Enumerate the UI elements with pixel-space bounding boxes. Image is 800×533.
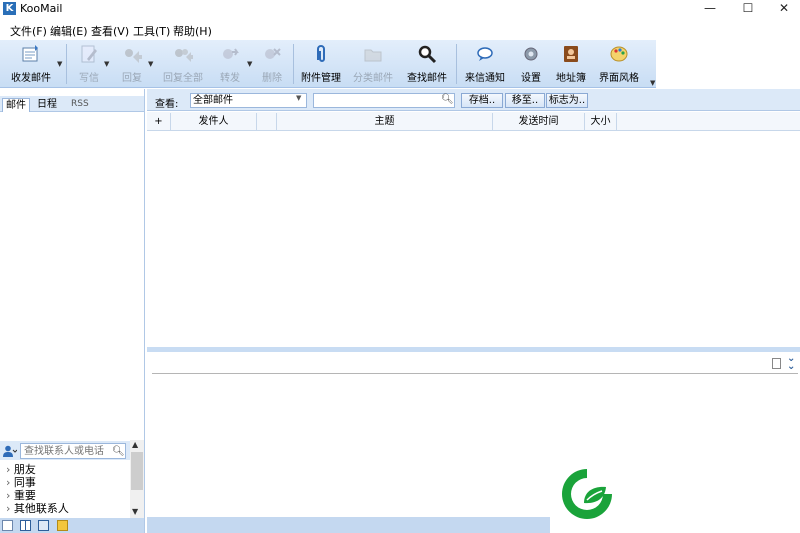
new-mail-notify-label: 来信通知 bbox=[465, 73, 505, 84]
reply-all-label: 回复全部 bbox=[163, 73, 203, 84]
column-sender[interactable]: 发件人 bbox=[171, 113, 257, 130]
menu-tools[interactable]: 工具(T) bbox=[133, 23, 170, 39]
compose-label: 写信 bbox=[79, 73, 99, 84]
flag-as-button[interactable]: 标志为.. bbox=[546, 93, 588, 108]
chevron-down-icon[interactable]: ▼ bbox=[296, 94, 301, 102]
palette-icon bbox=[610, 46, 628, 62]
search-icon[interactable]: 🔍︎ bbox=[441, 94, 454, 105]
compose-button[interactable]: 写信 bbox=[70, 40, 108, 88]
message-list[interactable] bbox=[147, 131, 800, 347]
contact-group-others[interactable]: › 其他联系人 bbox=[6, 500, 69, 516]
attachments-label: 附件管理 bbox=[301, 73, 341, 84]
receive-send-label: 收发邮件 bbox=[11, 73, 51, 84]
menu-file[interactable]: 文件(F) bbox=[10, 23, 47, 39]
delete-icon bbox=[265, 48, 281, 59]
toolbar-separator bbox=[456, 44, 457, 84]
receive-send-icon bbox=[22, 45, 38, 62]
scroll-up-icon[interactable]: ▲ bbox=[132, 440, 138, 449]
minimize-button[interactable]: — bbox=[692, 0, 728, 18]
reply-button[interactable]: 回复 bbox=[114, 40, 150, 88]
skin-button[interactable]: 界面风格 bbox=[596, 40, 642, 88]
compose-icon bbox=[81, 45, 97, 63]
settings-label: 设置 bbox=[521, 73, 541, 84]
classify-label: 分类邮件 bbox=[353, 73, 393, 84]
delete-button[interactable]: 删除 bbox=[255, 40, 289, 88]
tab-mail[interactable]: 邮件 bbox=[2, 98, 30, 112]
reply-icon bbox=[125, 49, 142, 63]
search-icon[interactable]: 🔍︎ bbox=[112, 446, 125, 457]
forward-button[interactable]: 转发 bbox=[212, 40, 248, 88]
gear-icon bbox=[524, 47, 538, 61]
compose-dropdown-icon[interactable]: ▼ bbox=[104, 60, 109, 68]
preview-header-divider bbox=[152, 373, 798, 374]
address-book-icon bbox=[564, 46, 578, 62]
delete-label: 删除 bbox=[262, 73, 282, 84]
group-label: 其他联系人 bbox=[13, 502, 69, 515]
archive-button[interactable]: 存档.. bbox=[461, 93, 503, 108]
reply-all-icon bbox=[175, 49, 193, 62]
layout-columns-icon[interactable] bbox=[38, 520, 49, 531]
layout-split-icon[interactable] bbox=[20, 520, 31, 531]
address-book-button[interactable]: 地址簿 bbox=[552, 40, 590, 88]
menu-edit[interactable]: 编辑(E) bbox=[50, 23, 88, 39]
attachments-button[interactable]: 附件管理 bbox=[298, 40, 344, 88]
magnifier-icon bbox=[418, 45, 437, 64]
toolbar-separator bbox=[293, 44, 294, 84]
note-icon[interactable] bbox=[57, 520, 68, 531]
receive-send-button[interactable]: 收发邮件 bbox=[6, 40, 56, 88]
receive-send-dropdown-icon[interactable]: ▼ bbox=[57, 60, 62, 68]
column-size[interactable]: 大小 bbox=[585, 113, 617, 130]
title-bar bbox=[0, 0, 800, 18]
forward-dropdown-icon[interactable]: ▼ bbox=[247, 60, 252, 68]
status-bar bbox=[147, 517, 550, 533]
toolbar-separator bbox=[66, 44, 67, 84]
address-book-label: 地址簿 bbox=[556, 73, 586, 84]
move-to-button[interactable]: 移至.. bbox=[505, 93, 545, 108]
contact-person-icon[interactable] bbox=[3, 445, 18, 457]
expand-down-icon[interactable]: ⌄ ⌄ bbox=[787, 354, 795, 372]
forward-icon bbox=[223, 48, 239, 59]
tab-calendar[interactable]: 日程 bbox=[34, 98, 60, 112]
app-icon: K bbox=[3, 2, 16, 15]
layout-list-icon[interactable] bbox=[2, 520, 13, 531]
paperclip-icon bbox=[317, 45, 325, 62]
find-mail-label: 查找邮件 bbox=[407, 73, 447, 84]
reply-label: 回复 bbox=[122, 73, 142, 84]
scrollbar-thumb[interactable] bbox=[131, 452, 143, 490]
folder-icon bbox=[364, 49, 382, 62]
column-attachment[interactable] bbox=[257, 113, 277, 130]
chevron-right-icon: › bbox=[6, 502, 11, 515]
skin-label: 界面风格 bbox=[599, 73, 639, 84]
close-button[interactable]: ✕ bbox=[766, 0, 800, 18]
toolbar-empty-area bbox=[656, 40, 800, 88]
scroll-down-icon[interactable]: ▼ bbox=[132, 507, 138, 516]
reply-dropdown-icon[interactable]: ▼ bbox=[148, 60, 153, 68]
view-label: 查看: bbox=[155, 99, 179, 110]
column-sent-time[interactable]: 发送时间 bbox=[493, 113, 585, 130]
window-title: KooMail bbox=[20, 2, 63, 15]
toolbar-overflow-icon[interactable]: ▼ bbox=[650, 79, 655, 87]
menu-help[interactable]: 帮助(H) bbox=[173, 23, 212, 39]
forward-label: 转发 bbox=[220, 73, 240, 84]
contact-search-input[interactable] bbox=[20, 443, 126, 459]
find-mail-button[interactable]: 查找邮件 bbox=[404, 40, 450, 88]
maximize-button[interactable]: ☐ bbox=[730, 0, 766, 18]
reply-all-button[interactable]: 回复全部 bbox=[158, 40, 208, 88]
column-subject[interactable]: 主题 bbox=[277, 113, 493, 130]
menu-view[interactable]: 查看(V) bbox=[91, 23, 129, 39]
mail-search-input[interactable] bbox=[313, 93, 455, 108]
view-select[interactable]: 全部邮件 bbox=[190, 93, 307, 108]
preview-pane bbox=[147, 352, 800, 517]
green-leaf-logo bbox=[557, 464, 617, 524]
speech-bubble-icon bbox=[477, 47, 493, 61]
column-expand[interactable]: + bbox=[147, 113, 171, 130]
view-select-value: 全部邮件 bbox=[193, 95, 233, 106]
new-mail-notify-button[interactable]: 来信通知 bbox=[462, 40, 508, 88]
document-icon[interactable] bbox=[772, 358, 781, 369]
tab-rss[interactable]: RSS bbox=[68, 98, 92, 112]
settings-button[interactable]: 设置 bbox=[514, 40, 548, 88]
classify-button[interactable]: 分类邮件 bbox=[350, 40, 396, 88]
